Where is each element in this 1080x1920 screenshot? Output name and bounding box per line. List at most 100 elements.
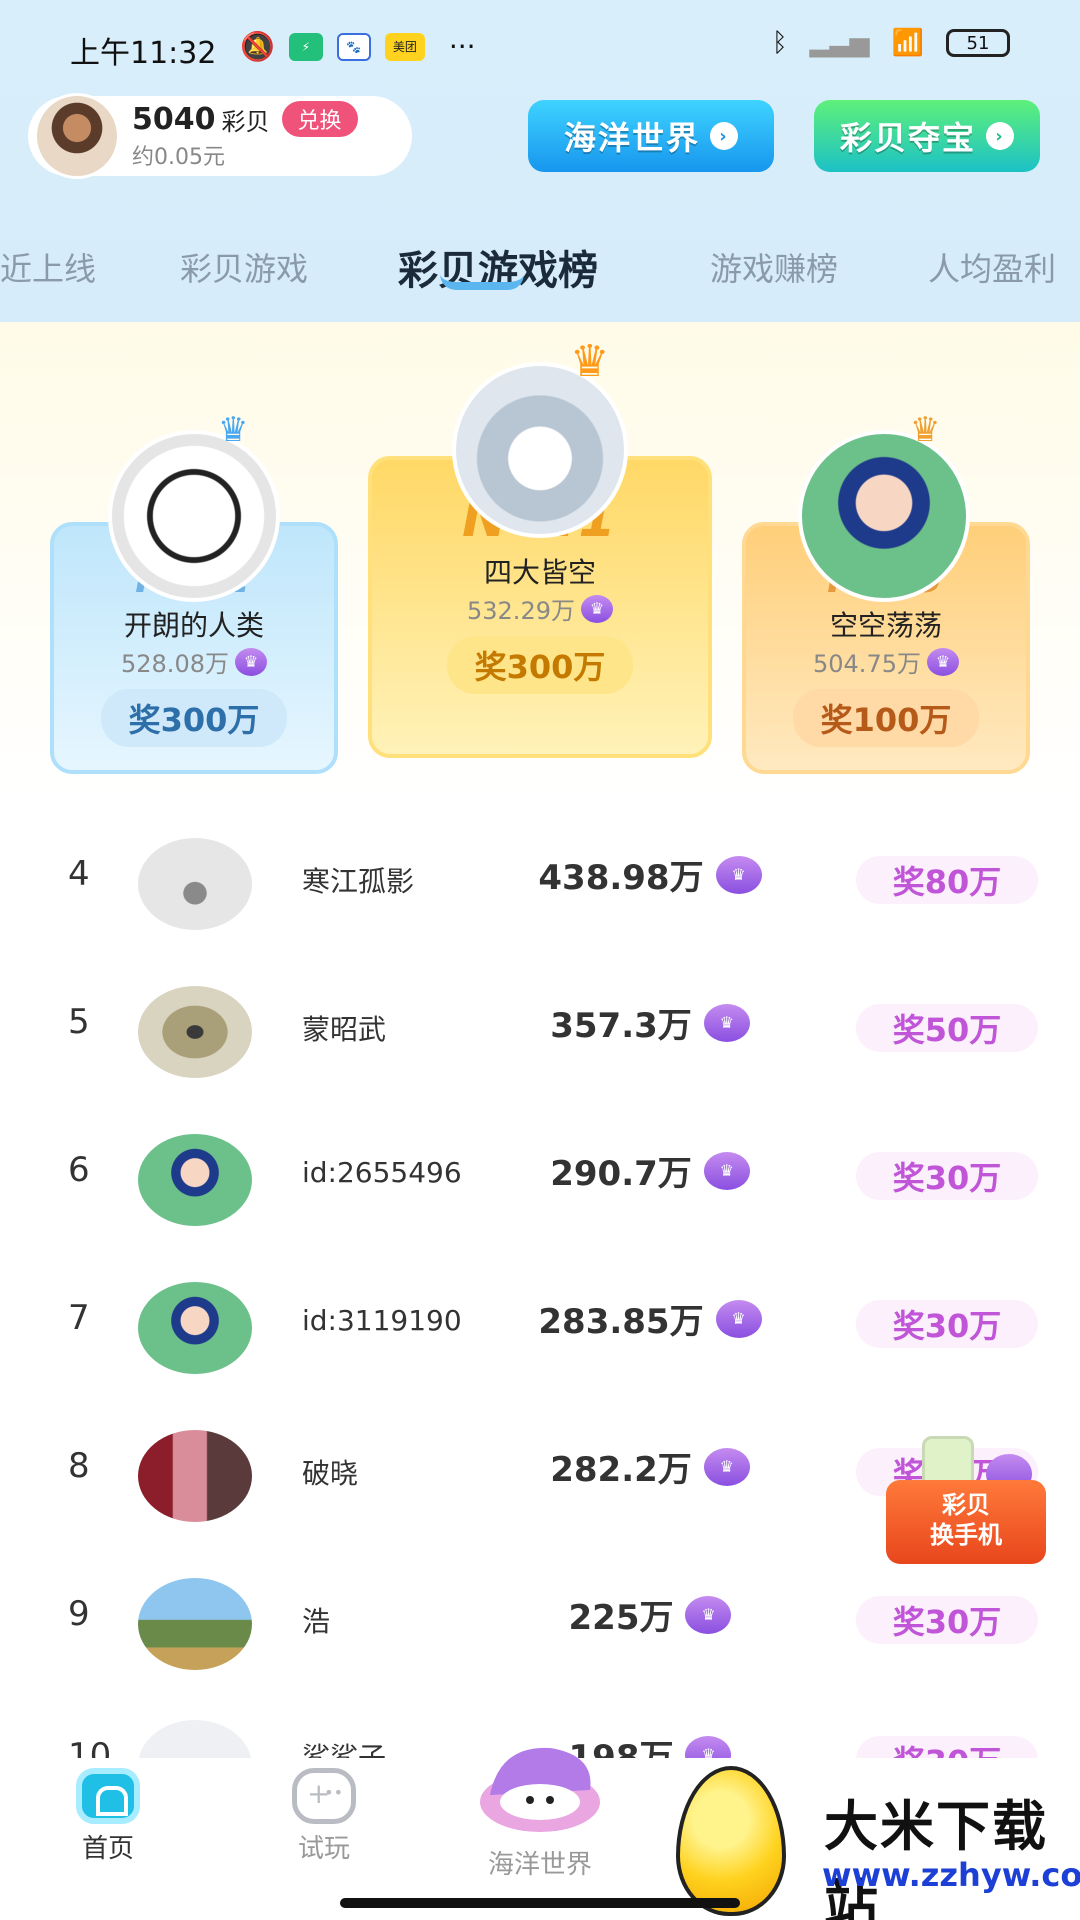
score-value: 532.29万 [467,597,575,625]
shell-coin-icon: ♛ [685,1735,732,1758]
gamepad-icon [292,1768,356,1824]
ranking-row[interactable]: 4 寒江孤影 438.98万 ♛ 奖80万 [0,804,1080,952]
ranking-row[interactable]: 7 id:3119190 283.85万 ♛ 奖30万 [0,1248,1080,1396]
shell-mascot-icon [480,1747,600,1832]
prize-badge: 奖30万 [856,1152,1038,1200]
player-name: id:2655496 [302,1156,462,1189]
avatar [138,1134,252,1226]
status-bar: 上午11:32 🔕 ⚡ 🐾 美团 ··· ᛒ ▂▃▅ 📶 51 [0,0,1080,96]
avatar[interactable] [798,430,970,602]
egg-mascot-logo [676,1766,786,1916]
tab-recent[interactable]: 近上线 [0,244,96,290]
player-name: 破晓 [302,1457,359,1490]
nav-trial[interactable]: 试玩 [244,1758,404,1865]
score-value: 357.3万 [550,1006,692,1046]
arrow-right-icon: › [986,122,1014,150]
prize-badge: 奖80万 [856,856,1038,904]
player-name: 开朗的人类 [123,609,264,642]
score-value: 290.7万 [550,1154,692,1194]
coin-yuan-value: 约0.05元 [132,145,225,170]
watermark-title: 大米下载站 [824,1795,1048,1920]
score-value: 528.08万 [121,650,229,678]
nav-trial-label: 试玩 [297,1834,350,1864]
player-score: 357.3万 ♛ [530,998,770,1047]
player-score: 225万 ♛ [530,1590,770,1639]
rank-number: 7 [68,1298,90,1338]
nav-ocean-label: 海洋世界 [487,1850,592,1880]
prize-badge: 奖100万 [792,689,980,747]
crown-icon: ♛ [570,336,610,387]
avatar [138,1430,252,1522]
player-name: 寒江孤影 [302,865,415,898]
score-value: 283.85万 [538,1302,704,1342]
player-name: 蒙昭武 [302,1013,387,1046]
promo-line-2: 换手机 [930,1521,1002,1549]
player-name: 空空荡荡 [829,609,942,642]
nav-home-label: 首页 [81,1834,134,1864]
promo-line-1: 彩贝 [942,1491,990,1519]
active-tab-indicator [440,274,524,290]
rank-number: 9 [68,1594,90,1634]
player-name: 四大皆空 [483,556,596,589]
rank-number: 5 [68,1002,90,1042]
wifi-icon: 📶 [891,28,924,58]
status-right: ᛒ ▂▃▅ 📶 51 [772,28,1010,58]
phone-exchange-promo[interactable]: 彩贝 换手机 [882,1436,1046,1566]
ranking-row[interactable]: 5 蒙昭武 357.3万 ♛ 奖50万 [0,952,1080,1100]
avatar[interactable] [452,362,628,538]
coin-unit: 彩贝 [221,107,270,136]
avatar [138,838,252,930]
tab-earn-ranking[interactable]: 游戏赚榜 [710,244,838,290]
home-indicator[interactable] [340,1898,740,1908]
player-score: 528.08万 ♛ [121,644,267,679]
tab-games[interactable]: 彩贝游戏 [180,244,308,290]
shell-coin-icon: ♛ [926,647,959,676]
shell-coin-icon: ♛ [234,647,267,676]
app-icon-baidu: 🐾 [336,32,371,61]
ocean-world-button[interactable]: 海洋世界 › [528,100,774,172]
home-icon [76,1768,140,1824]
player-name: id:3119190 [302,1304,462,1337]
nav-home[interactable]: 首页 [28,1758,188,1865]
notification-icons: 🔕 ⚡ 🐾 美团 ··· [240,30,476,63]
rank-number: 8 [68,1446,90,1486]
status-time: 上午11:32 [70,36,217,71]
shell-coin-icon: ♛ [685,1595,732,1634]
battery-icon: 51 [946,29,1010,57]
player-score: 438.98万 ♛ [530,850,770,899]
avatar [138,1578,252,1670]
avatar [138,1720,252,1758]
user-coin-card[interactable]: 5040 彩贝 兑换 约0.05元 [28,93,412,179]
arrow-right-icon: › [710,122,738,150]
signal-icon: ▂▃▅ [809,28,870,58]
shell-coin-icon: ♛ [715,1299,762,1338]
avatar[interactable] [108,430,280,602]
prize-badge: 奖300万 [100,689,288,747]
player-name: 鲨鲨子 [302,1741,387,1758]
rank-number: 10 [68,1736,112,1758]
score-value: 225万 [568,1598,674,1638]
treasure-button[interactable]: 彩贝夺宝 › [814,100,1040,172]
mute-icon: 🔕 [240,30,275,63]
ranking-row[interactable]: 9 浩 225万 ♛ 奖30万 [0,1544,1080,1692]
app-icon-meituan: 美团 [384,32,425,61]
shell-coin-icon: ♛ [703,1003,750,1042]
tab-avg-profit[interactable]: 人均盈利 [928,244,1056,290]
player-score: 290.7万 ♛ [530,1146,770,1195]
shell-coin-icon: ♛ [703,1447,750,1486]
prize-badge: 奖30万 [856,1736,1038,1758]
player-score: 504.75万 ♛ [813,644,959,679]
avatar[interactable] [34,93,120,179]
rank-number: 4 [68,854,90,894]
exchange-button[interactable]: 兑换 [281,101,358,137]
avatar [138,986,252,1078]
promo-label: 彩贝 换手机 [886,1480,1046,1564]
score-value: 282.2万 [550,1450,692,1490]
coin-count: 5040 [132,101,216,137]
ranking-row[interactable]: 6 id:2655496 290.7万 ♛ 奖30万 [0,1100,1080,1248]
app-icon-green: ⚡ [288,32,323,61]
more-dots-icon: ··· [448,30,476,63]
prize-badge: 奖300万 [446,636,634,694]
prize-badge: 奖30万 [856,1300,1038,1348]
prize-badge: 奖30万 [856,1596,1038,1644]
